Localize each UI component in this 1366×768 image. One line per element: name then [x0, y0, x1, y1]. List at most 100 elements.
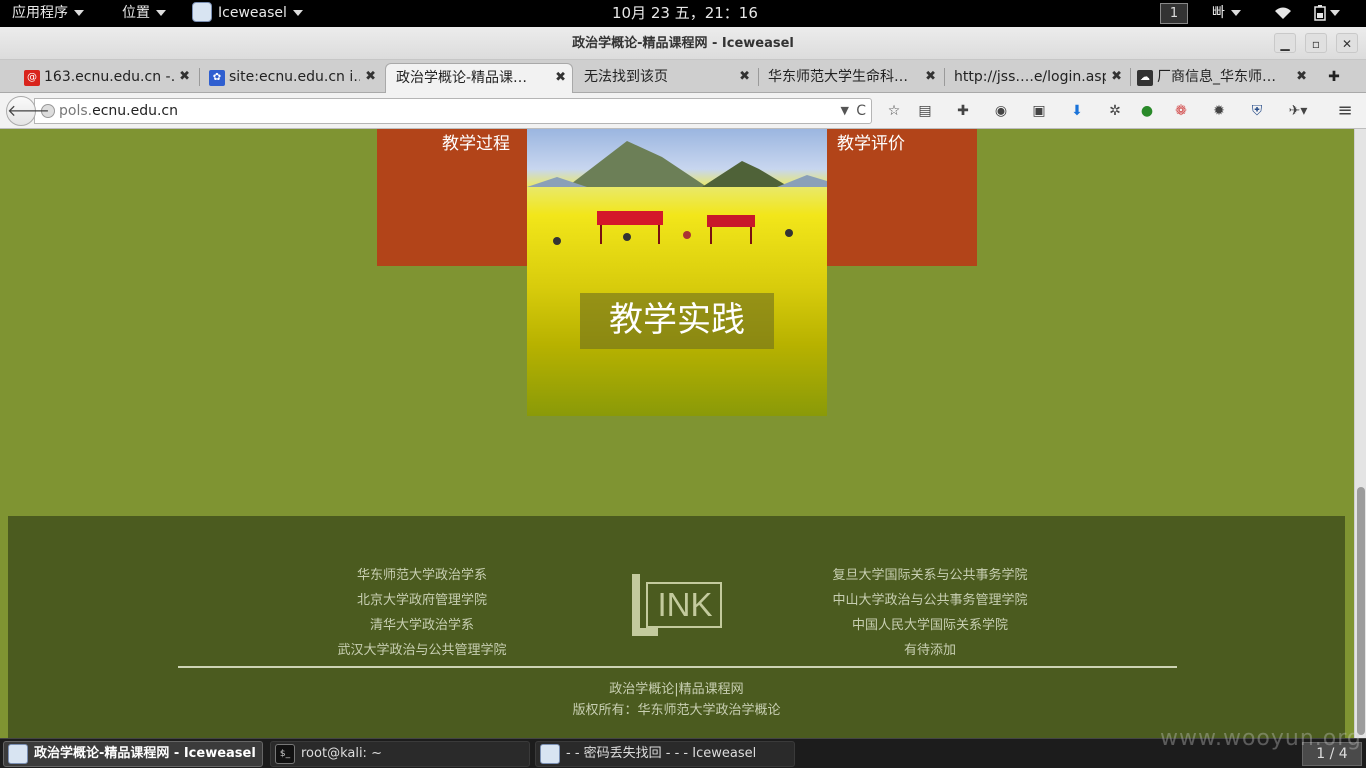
footer-link-fudan[interactable]: 复旦大学国际关系与公共事务学院 [800, 564, 1060, 583]
hamburger-menu-icon[interactable]: ≡ [1336, 102, 1354, 120]
app-menu[interactable]: Iceweasel [192, 0, 303, 27]
chevron-down-icon [74, 10, 84, 16]
tab-strip: @ 163.ecnu.edu.cn -… ✖ ✿ site:ecnu.edu.c… [0, 60, 1366, 93]
tab-life-science[interactable]: 华东师范大学生命科… ✖ [760, 63, 942, 93]
footer-link-ecnu[interactable]: 华东师范大学政治学系 [292, 564, 552, 583]
footer-link-whu[interactable]: 武汉大学政治与公共管理学院 [292, 639, 552, 658]
bookmarks-list-icon[interactable]: ▤ [916, 102, 934, 120]
addon-puzzle-icon[interactable]: ✚ [954, 102, 972, 120]
url-text: pols.ecnu.edu.cn [59, 99, 178, 123]
chevron-down-icon [1330, 10, 1340, 16]
tab-label: http://jss….e/login.asp [954, 69, 1106, 85]
tab-separator [944, 68, 945, 86]
tab-163-mail[interactable]: @ 163.ecnu.edu.cn -… ✖ [20, 63, 196, 93]
url-domain: ecnu.edu.cn [92, 103, 178, 119]
teaching-practice-label[interactable]: 教学实践 [580, 293, 774, 349]
paw-icon: ✿ [209, 70, 225, 86]
extension-red-icon[interactable]: ❁ [1172, 102, 1190, 120]
tab-label: site:ecnu.edu.cn i… [229, 69, 360, 85]
teaching-evaluation-label: 教学评价 [837, 134, 905, 154]
close-tab-button[interactable]: ✖ [925, 63, 936, 91]
footer-divider [178, 666, 1177, 668]
footer-link-sysu[interactable]: 中山大学政治与公共事务管理学院 [800, 589, 1060, 608]
url-subdomain: pols. [59, 103, 93, 119]
tab-label: 163.ecnu.edu.cn -… [44, 69, 174, 85]
footer-link-ruc[interactable]: 中国人民大学国际关系学院 [800, 614, 1060, 633]
app-menu-label: Iceweasel [218, 5, 287, 21]
close-tab-button[interactable]: ✖ [739, 63, 750, 91]
chevron-down-icon [1230, 10, 1241, 16]
close-window-button[interactable]: ✕ [1336, 33, 1358, 53]
tab-page-not-found[interactable]: 无法找到该页 ✖ [576, 63, 756, 93]
tab-politics-course[interactable]: 政治学概论-精品课… ✖ [385, 63, 573, 93]
back-arrow-icon: 🡐 [7, 101, 50, 120]
workspace-indicator[interactable]: 1 [1160, 3, 1188, 24]
tab-label: 厂商信息_华东师… [1157, 69, 1276, 85]
applications-menu[interactable]: 应用程序 [12, 0, 84, 27]
task-label: 政治学概论-精品课程网 - Iceweasel [34, 746, 256, 761]
footer-link-pku[interactable]: 北京大学政府管理学院 [292, 589, 552, 608]
compass-icon[interactable]: ◉ [992, 102, 1010, 120]
teaching-process-block[interactable]: 教学过程 [377, 129, 527, 266]
url-history-dropdown[interactable]: ▼ [841, 99, 849, 123]
wifi-icon[interactable] [1274, 0, 1292, 27]
clock[interactable]: 10月 23 五，21：16 [612, 0, 758, 27]
footer: 华东师范大学政治学系 北京大学政府管理学院 清华大学政治学系 武汉大学政治与公共… [8, 516, 1345, 738]
scrollbar-thumb[interactable] [1357, 487, 1365, 735]
chevron-down-icon [156, 10, 166, 16]
input-method-label: 빠 [1212, 5, 1225, 21]
close-tab-button[interactable]: ✖ [555, 64, 566, 92]
extension-green-icon[interactable]: ● [1138, 102, 1156, 120]
navigation-toolbar: pols.ecnu.edu.cn ▼ C 🡐 ☆ ▤ ✚ ◉ ▣ ⬇ ✲ ● ❁… [0, 93, 1366, 129]
url-bar[interactable]: pols.ecnu.edu.cn ▼ C [34, 98, 872, 124]
maximize-button[interactable]: ▫ [1305, 33, 1327, 53]
window-title: 政治学概论-精品课程网 - Iceweasel [572, 36, 794, 51]
close-tab-button[interactable]: ✖ [179, 63, 190, 91]
bookmark-star-icon[interactable]: ☆ [885, 102, 903, 120]
tab-label: 华东师范大学生命科… [768, 69, 908, 85]
new-tab-button[interactable]: ✚ [1322, 63, 1346, 93]
tab-label: 政治学概论-精品课… [396, 70, 528, 86]
applications-menu-label: 应用程序 [12, 5, 68, 21]
task-terminal[interactable]: $_ root@kali: ~ [270, 741, 530, 767]
footer-link-tsinghua[interactable]: 清华大学政治学系 [292, 614, 552, 633]
minimize-button[interactable]: ▁ [1274, 33, 1296, 53]
tab-separator [758, 68, 759, 86]
task-iceweasel-password[interactable]: - - 密码丢失找回 - - - Iceweasel [535, 741, 795, 767]
battery-icon[interactable] [1314, 0, 1340, 27]
link-logo: L INK [632, 574, 724, 638]
task-label: root@kali: ~ [301, 746, 382, 761]
task-iceweasel-course[interactable]: 政治学概论-精品课程网 - Iceweasel [3, 741, 263, 767]
rapeseed-field-photo[interactable]: 教学实践 [527, 129, 827, 416]
input-method-menu[interactable]: 빠 [1212, 0, 1241, 27]
tab-separator [1130, 68, 1131, 86]
plus-icon: ✚ [1328, 69, 1340, 85]
extension-menu-icon[interactable]: ✈▾ [1284, 102, 1312, 120]
footer-copyright: 版权所有：华东师范大学政治学概论 [572, 703, 781, 718]
close-tab-button[interactable]: ✖ [1296, 63, 1307, 91]
reload-button[interactable]: C [856, 99, 866, 123]
shield-icon[interactable]: ⛨ [1248, 102, 1266, 120]
iceweasel-icon [192, 1, 212, 22]
reader-icon[interactable]: ▣ [1030, 102, 1048, 120]
tab-vendor-info[interactable]: ☁ 厂商信息_华东师… ✖ [1133, 63, 1313, 93]
teaching-process-label: 教学过程 [442, 134, 510, 154]
logo-l-foot [632, 628, 658, 636]
settings-gear-icon[interactable]: ✲ [1106, 102, 1124, 120]
page-content: 教学过程 教学评价 教学实践 华东师范大学政治学系 北京大学政府管理学院 清华大… [0, 129, 1354, 738]
iceweasel-icon [8, 744, 28, 764]
download-icon[interactable]: ⬇ [1068, 102, 1086, 120]
close-tab-button[interactable]: ✖ [365, 63, 376, 91]
back-button[interactable]: 🡐 [6, 96, 50, 126]
task-label: - - 密码丢失找回 - - - Iceweasel [566, 746, 757, 761]
tab-login[interactable]: http://jss….e/login.asp ✖ [946, 63, 1128, 93]
gnome-top-bar: 应用程序 位置 Iceweasel 10月 23 五，21：16 1 빠 [0, 0, 1366, 27]
places-menu[interactable]: 位置 [122, 0, 166, 27]
watermark: www.wooyun.org [1160, 726, 1362, 751]
teaching-evaluation-block[interactable]: 教学评价 [827, 129, 977, 266]
window-title-bar: 政治学概论-精品课程网 - Iceweasel ▁ ▫ ✕ [0, 27, 1366, 60]
close-tab-button[interactable]: ✖ [1111, 63, 1122, 91]
page-scrollbar[interactable] [1354, 129, 1366, 738]
cog-icon[interactable]: ✹ [1210, 102, 1228, 120]
tab-baidu-search[interactable]: ✿ site:ecnu.edu.cn i… ✖ [205, 63, 382, 93]
